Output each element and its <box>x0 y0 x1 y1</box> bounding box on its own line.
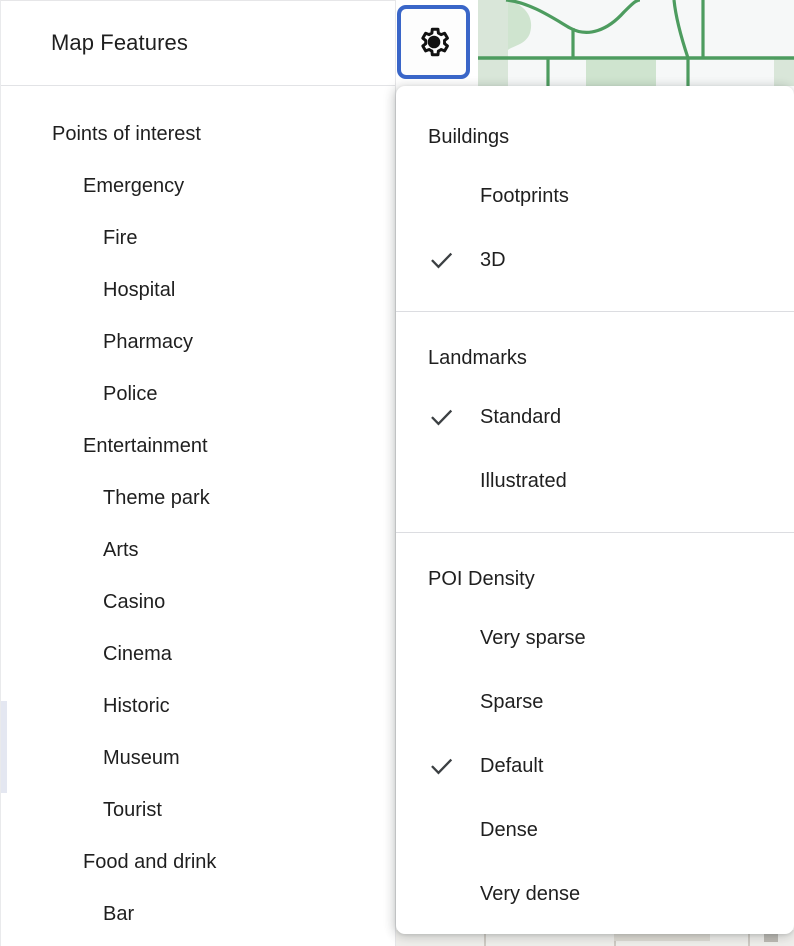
tree-item-label: Tourist <box>103 799 162 821</box>
menu-item[interactable]: Standard <box>396 385 794 449</box>
menu-spacer <box>396 312 794 331</box>
scroll-edge-indicator <box>1 701 7 793</box>
map-canvas[interactable] <box>478 0 794 86</box>
menu-item[interactable]: Footprints <box>396 164 794 228</box>
tree-item-label: Emergency <box>83 175 185 197</box>
menu-item[interactable]: Very dense <box>396 862 794 926</box>
tree-item[interactable]: Hospital <box>1 264 395 316</box>
tree-item[interactable]: Points of interest <box>1 108 395 160</box>
check-icon <box>428 404 480 431</box>
menu-section: POI Density Very sparse Sparse Default Dense… <box>396 552 794 926</box>
menu-item-label: Illustrated <box>480 470 567 492</box>
tree-item-label: Points of interest <box>52 123 201 145</box>
tree-item-label: Fire <box>103 227 138 249</box>
check-icon <box>428 247 480 274</box>
tree-item[interactable]: Museum <box>1 732 395 784</box>
tree-item[interactable]: Arts <box>1 524 395 576</box>
menu-item-label: Footprints <box>480 185 569 207</box>
tree-item-label: Police <box>103 383 158 405</box>
check-icon <box>428 753 480 780</box>
menu-spacer <box>396 533 794 552</box>
menu-item[interactable]: Very sparse <box>396 606 794 670</box>
menu-section: Buildings Footprints 3D <box>396 110 794 292</box>
tree-item[interactable]: Police <box>1 368 395 420</box>
tree-item-label: Historic <box>103 695 170 717</box>
menu-item[interactable]: Sparse <box>396 670 794 734</box>
menu-item-label: Dense <box>480 819 538 841</box>
tree-item-label: Theme park <box>103 487 210 509</box>
tree-item[interactable]: Food and drink <box>1 836 395 888</box>
menu-item-label: Standard <box>480 406 562 428</box>
tree-item[interactable]: Theme park <box>1 472 395 524</box>
tree-item[interactable]: Cinema <box>1 628 395 680</box>
menu-body: Buildings Footprints 3D Landmarks Standard Il… <box>396 86 794 934</box>
map-features-sidebar: Map Features Points of interest Emergency… <box>0 0 396 946</box>
tree-item[interactable]: Tourist <box>1 784 395 836</box>
tree-item-label: Casino <box>103 591 166 613</box>
sidebar-header: Map Features <box>1 1 395 86</box>
menu-item-label: Default <box>480 755 544 777</box>
menu-item[interactable]: Dense <box>396 798 794 862</box>
tree-item-label: Food and drink <box>83 851 217 873</box>
tree-item[interactable]: Casino <box>1 576 395 628</box>
menu-item-label: 3D <box>480 249 506 271</box>
gear-icon <box>417 25 451 59</box>
menu-spacer <box>396 292 794 311</box>
map-settings-button[interactable] <box>397 5 470 79</box>
page-title: Map Features <box>51 30 188 55</box>
tree-item[interactable]: Fire <box>1 212 395 264</box>
tree-item[interactable]: Emergency <box>1 160 395 212</box>
menu-item[interactable]: Default <box>396 734 794 798</box>
tree-item[interactable]: Pharmacy <box>1 316 395 368</box>
menu-spacer <box>396 86 794 110</box>
tree-item[interactable]: Entertainment <box>1 420 395 472</box>
menu-item-label: Very dense <box>480 883 581 905</box>
tree-item-label: Entertainment <box>83 435 208 457</box>
menu-item-label: Very sparse <box>480 627 586 649</box>
tree-item-label: Pharmacy <box>103 331 194 353</box>
tree-item-label: Arts <box>103 539 139 561</box>
tree-item-label: Hospital <box>103 279 176 301</box>
menu-section-title: Buildings <box>428 126 510 148</box>
menu-item[interactable]: 3D <box>396 228 794 292</box>
menu-section-title: POI Density <box>428 568 535 590</box>
menu-section: Landmarks Standard Illustrated <box>396 331 794 513</box>
tree-item[interactable]: Bar <box>1 888 395 940</box>
menu-section-title: Landmarks <box>428 347 527 369</box>
map-vector-layer <box>478 0 794 86</box>
tree-item[interactable]: Historic <box>1 680 395 732</box>
menu-spacer <box>396 513 794 532</box>
menu-spacer <box>396 926 794 934</box>
menu-item-label: Sparse <box>480 691 544 713</box>
tree-item-label: Museum <box>103 747 180 769</box>
menu-item[interactable]: Illustrated <box>396 449 794 513</box>
tree-item-label: Bar <box>103 903 135 925</box>
feature-tree: Points of interest Emergency Fire Hospital P… <box>1 86 395 940</box>
tree-item-label: Cinema <box>103 643 172 665</box>
map-settings-menu: Buildings Footprints 3D Landmarks Standard Il… <box>396 86 794 934</box>
app-root: Map Features Points of interest Emergency… <box>0 0 794 946</box>
